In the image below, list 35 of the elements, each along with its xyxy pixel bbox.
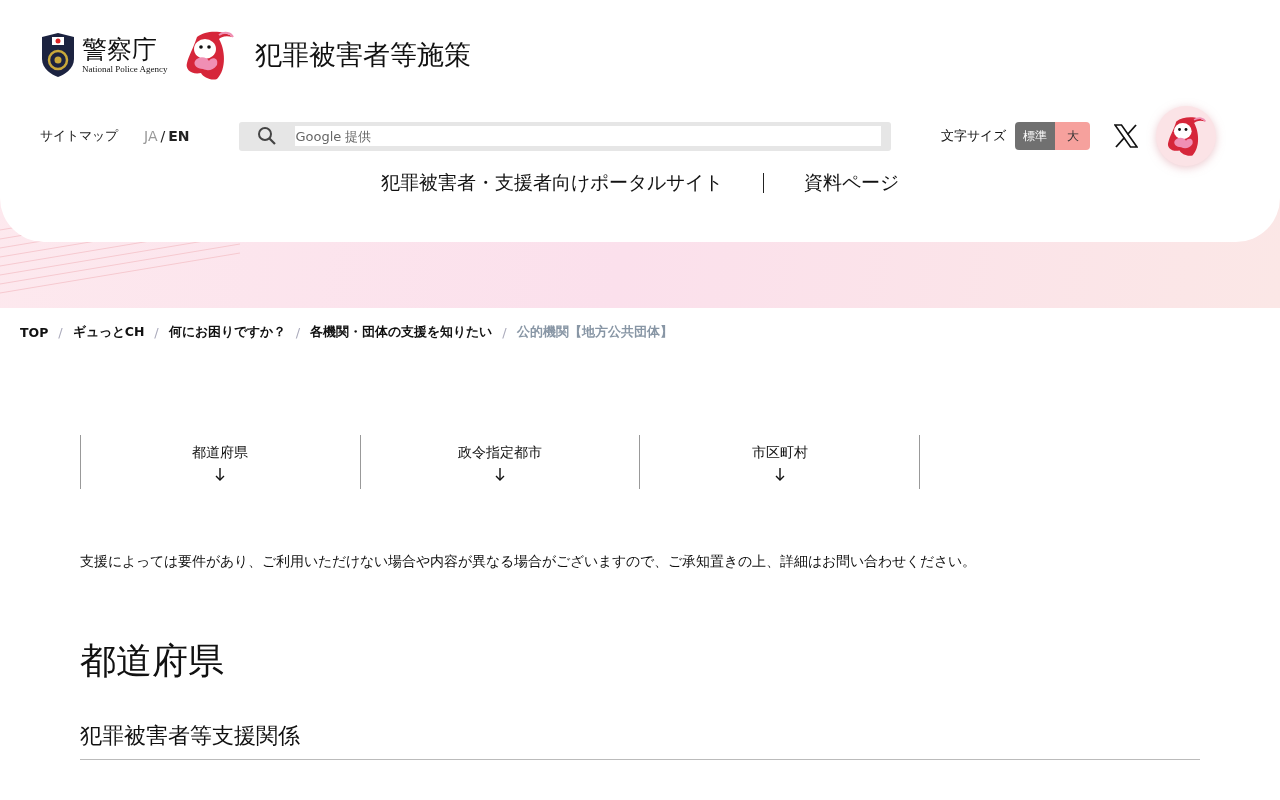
mascot-button[interactable]	[1156, 106, 1217, 166]
agency-name: 警察庁	[82, 36, 157, 64]
nav-link[interactable]: 犯罪被害者・支援者向けポータルサイト	[341, 170, 763, 196]
notice-text: 支援によっては要件があり、ご利用いただけない場合や内容が異なる場合がございますので、ご承知置きの上、詳細はお問い合わせください。	[80, 553, 977, 571]
agency-name-english: National Police Agency	[82, 63, 168, 74]
sitemap-link[interactable]: サイトマップ	[40, 127, 118, 145]
breadcrumb-link[interactable]: 何にお困りですか？	[168, 323, 286, 341]
mascot-logo	[1165, 115, 1208, 157]
breadcrumb-separator: /	[295, 324, 301, 340]
search-icon	[257, 126, 278, 146]
search-field[interactable]: Google 提供	[239, 121, 892, 151]
language-link[interactable]: EN	[168, 128, 190, 144]
breadcrumb-link[interactable]: ギュっとCH	[72, 323, 145, 341]
section-heading: 都道府県	[80, 641, 225, 681]
police-emblem-icon	[40, 33, 76, 77]
language-separator: /	[160, 128, 166, 144]
down-arrow-icon	[774, 467, 785, 481]
x-logo-icon[interactable]	[1114, 124, 1139, 148]
font-size-button[interactable]: 大	[1055, 122, 1091, 150]
nav-link[interactable]: 資料ページ	[764, 170, 939, 196]
breadcrumb-link[interactable]: 各機関・団体の支援を知りたい	[310, 323, 493, 341]
subsection-heading: 犯罪被害者等支援関係	[80, 720, 1200, 760]
anchor-link[interactable]: 市区町村	[639, 435, 919, 489]
breadcrumb-separator: /	[154, 324, 159, 340]
breadcrumb-current-page: 公的機関【地方公共団体】	[516, 323, 673, 341]
anchor-link[interactable]: 政令指定都市	[359, 435, 640, 489]
breadcrumb-separator: /	[58, 324, 63, 340]
font-size-label: 文字サイズ	[941, 127, 1007, 145]
breadcrumb-link[interactable]: TOP	[20, 324, 49, 340]
anchor-link[interactable]: 都道府県	[80, 435, 360, 489]
down-arrow-icon	[495, 467, 505, 481]
font-size-button[interactable]: 標準	[1015, 122, 1056, 150]
down-arrow-icon	[215, 467, 226, 481]
site-title[interactable]: 犯罪被害者等施策	[255, 37, 472, 73]
breadcrumb-separator: /	[502, 324, 507, 340]
